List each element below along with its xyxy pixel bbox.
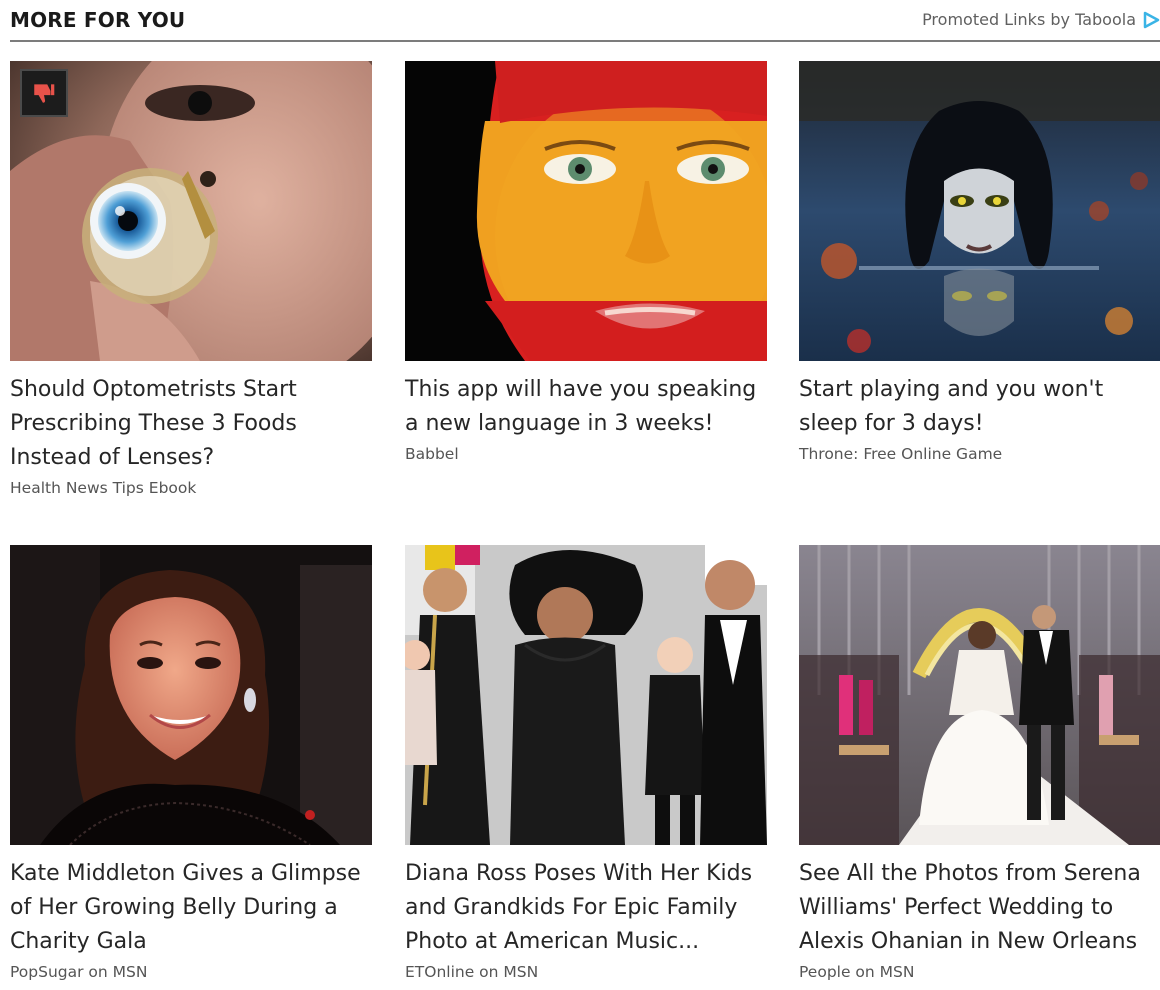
- recommendation-card[interactable]: Should Optometrists Start Prescribing Th…: [10, 61, 372, 497]
- recommendation-card[interactable]: This app will have you speaking a new la…: [405, 61, 767, 463]
- dark-witch-water-photo[interactable]: [799, 61, 1160, 361]
- card-source[interactable]: ETOnline on MSN: [405, 963, 767, 981]
- taboola-promo-link[interactable]: Promoted Links by Taboola: [922, 10, 1160, 29]
- card-title[interactable]: Start playing and you won't sleep for 3 …: [799, 373, 1160, 441]
- card-source[interactable]: People on MSN: [799, 963, 1160, 981]
- spanish-flag-face-photo[interactable]: [405, 61, 767, 361]
- thumbs-down-icon[interactable]: [20, 69, 68, 117]
- card-source[interactable]: PopSugar on MSN: [10, 963, 372, 981]
- recommendation-card[interactable]: Start playing and you won't sleep for 3 …: [799, 61, 1160, 463]
- recommendation-card[interactable]: Diana Ross Poses With Her Kids and Grand…: [405, 545, 767, 981]
- recommendation-card[interactable]: Kate Middleton Gives a Glimpse of Her Gr…: [10, 545, 372, 981]
- card-title[interactable]: Kate Middleton Gives a Glimpse of Her Gr…: [10, 857, 375, 959]
- eye-implant-photo[interactable]: [10, 61, 372, 361]
- card-title[interactable]: This app will have you speaking a new la…: [405, 373, 770, 441]
- diana-ross-family-photo[interactable]: [405, 545, 767, 845]
- taboola-play-icon: [1142, 11, 1160, 29]
- card-source[interactable]: Throne: Free Online Game: [799, 445, 1160, 463]
- card-source[interactable]: Health News Tips Ebook: [10, 479, 372, 497]
- card-title[interactable]: Diana Ross Poses With Her Kids and Grand…: [405, 857, 770, 959]
- widget-header: MORE FOR YOU Promoted Links by Taboola: [10, 0, 1160, 42]
- serena-wedding-photo[interactable]: [799, 545, 1160, 845]
- recommendation-card[interactable]: See All the Photos from Serena Williams'…: [799, 545, 1160, 981]
- kate-middleton-photo[interactable]: [10, 545, 372, 845]
- card-title[interactable]: See All the Photos from Serena Williams'…: [799, 857, 1160, 959]
- promo-label: Promoted Links by Taboola: [922, 10, 1136, 29]
- section-title: MORE FOR YOU: [10, 8, 186, 32]
- card-source[interactable]: Babbel: [405, 445, 767, 463]
- card-title[interactable]: Should Optometrists Start Prescribing Th…: [10, 373, 375, 475]
